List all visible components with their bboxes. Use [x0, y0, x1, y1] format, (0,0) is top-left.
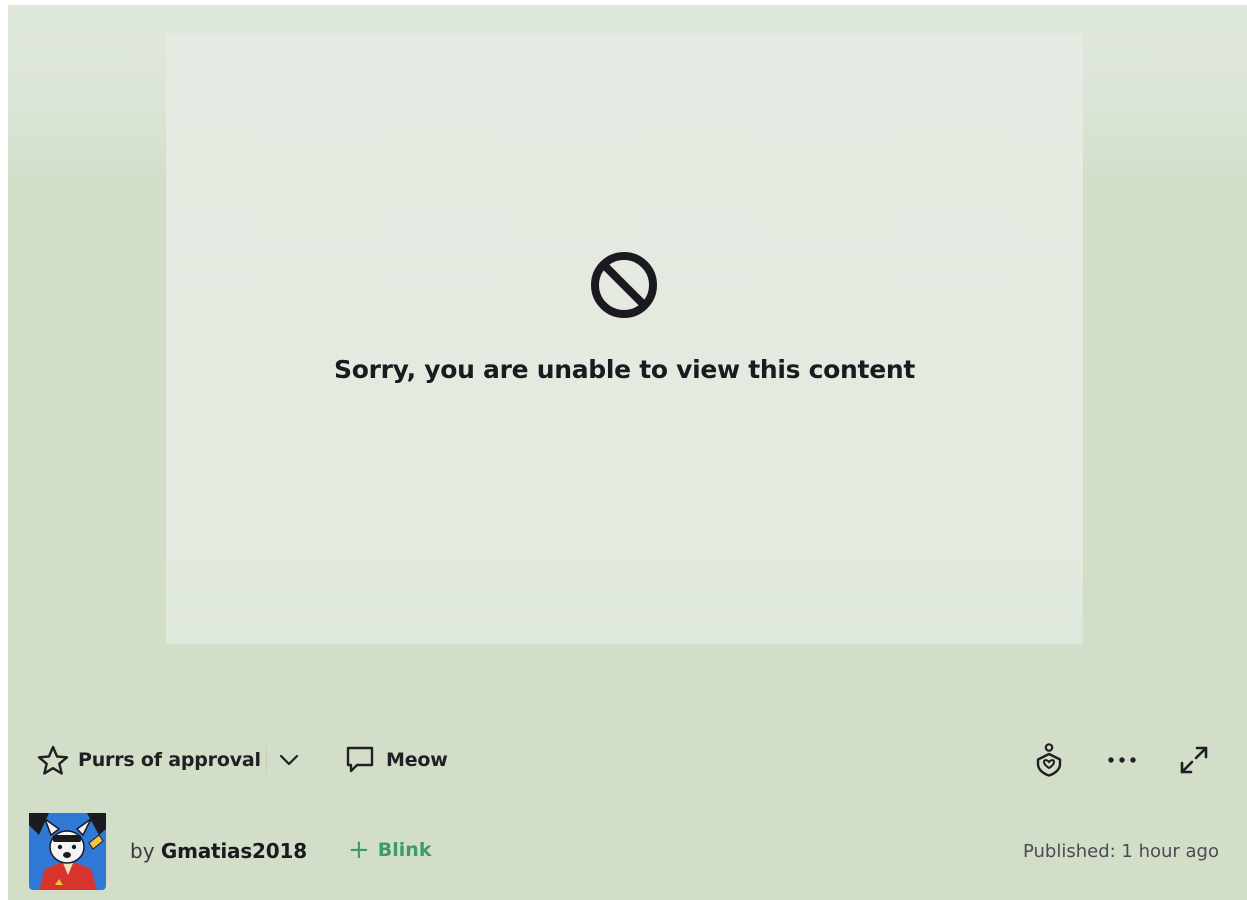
star-outline-icon — [37, 745, 69, 775]
expand-arrows-icon — [1180, 746, 1208, 774]
chevron-down-icon — [279, 754, 299, 766]
comment-button[interactable]: Meow — [344, 735, 448, 785]
fave-label: Purrs of approval — [78, 749, 261, 771]
byline: by Gmatias2018 — [130, 839, 307, 863]
comment-label: Meow — [386, 749, 448, 771]
blocked-content-panel: Sorry, you are unable to view this conte… — [166, 33, 1083, 644]
gift-icon — [1036, 743, 1062, 777]
deviation-frame: Sorry, you are unable to view this conte… — [8, 5, 1247, 900]
plus-icon: + — [348, 835, 370, 865]
more-options-button[interactable] — [1104, 735, 1140, 785]
speech-bubble-icon — [346, 746, 374, 773]
action-divider — [266, 747, 267, 773]
watch-label: Blink — [377, 839, 432, 861]
fave-dropdown-button[interactable] — [274, 735, 304, 785]
fave-button[interactable]: Purrs of approval — [36, 735, 261, 785]
more-dots-icon — [1108, 757, 1136, 763]
by-prefix: by — [130, 839, 155, 863]
gift-button[interactable] — [1032, 735, 1066, 785]
avatar[interactable] — [29, 813, 106, 890]
watch-button[interactable]: + Blink — [348, 837, 431, 863]
blocked-icon — [591, 252, 657, 318]
username-link[interactable]: Gmatias2018 — [161, 839, 307, 863]
expand-button[interactable] — [1176, 735, 1212, 785]
blocked-message: Sorry, you are unable to view this conte… — [333, 355, 916, 384]
actions-bar: Purrs of approval Meow — [8, 735, 1247, 785]
published-time: Published: 1 hour ago — [1022, 841, 1219, 862]
author-bar: by Gmatias2018 + Blink Published: 1 hour… — [8, 813, 1247, 893]
